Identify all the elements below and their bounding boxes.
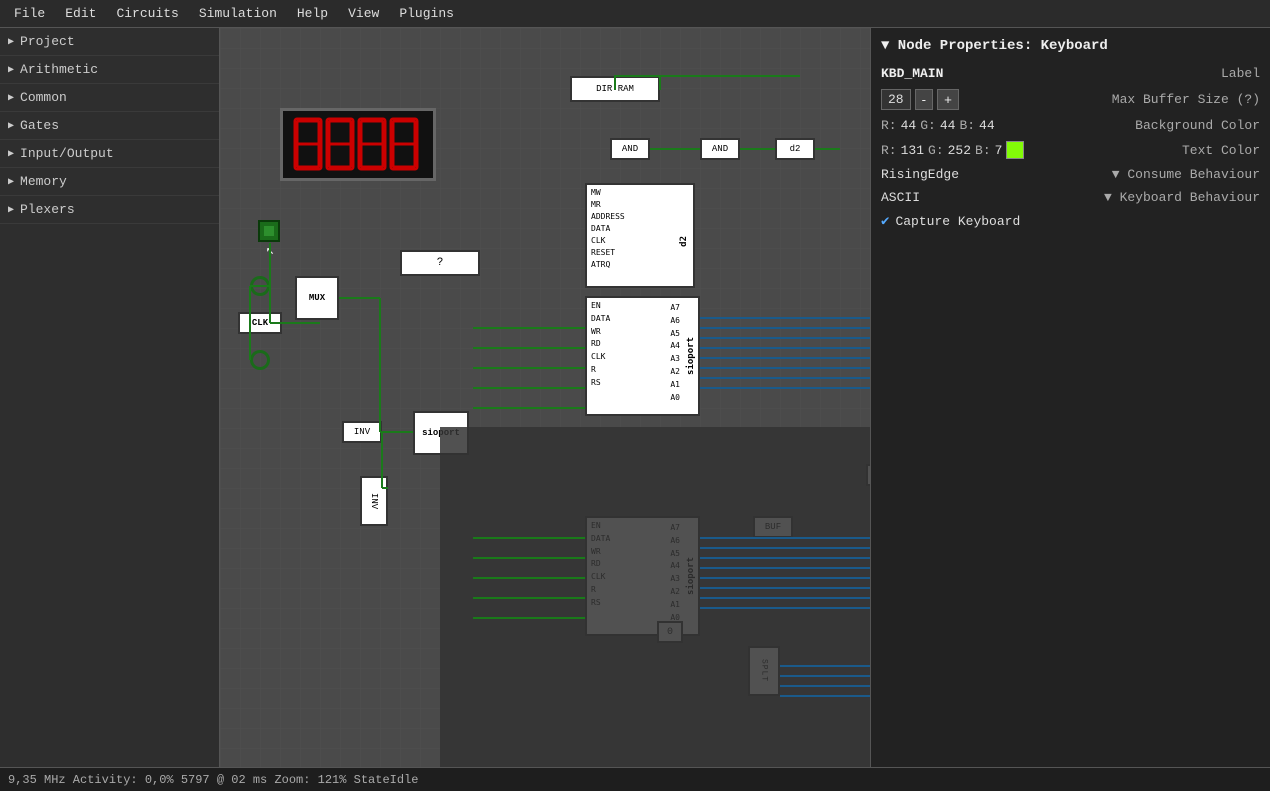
statusbar: 9,35 MHz Activity: 0,0% 5797 @ 02 ms Zoo… xyxy=(0,767,1270,791)
consume-row: RisingEdge ▼ Consume Behaviour xyxy=(881,167,1260,182)
buffer-plus-button[interactable]: + xyxy=(937,89,959,110)
sidebar-item-project[interactable]: ▶ Project xyxy=(0,28,219,56)
sidebar-item-plexers[interactable]: ▶ Plexers xyxy=(0,196,219,224)
buffer-value: 28 xyxy=(881,89,911,110)
dark-panel xyxy=(440,427,870,767)
bg-b-value: 44 xyxy=(979,118,995,133)
sidebar-item-memory[interactable]: ▶ Memory xyxy=(0,168,219,196)
splt-top-component[interactable]: AND xyxy=(610,138,650,160)
dir-ram-component[interactable]: DIR RAM xyxy=(570,76,660,102)
text-r-value: 131 xyxy=(901,143,924,158)
arrow-icon: ▶ xyxy=(8,64,14,76)
canvas-area[interactable]: ↖ CLK DIR RAM AND AND d2 d2 MW xyxy=(220,28,870,767)
capture-label[interactable]: Capture Keyboard xyxy=(895,214,1020,229)
question-component[interactable]: ? xyxy=(400,250,480,276)
seven-seg-svg xyxy=(293,117,423,172)
bg-g-label: G: xyxy=(920,118,936,133)
and1-component[interactable]: AND xyxy=(700,138,740,160)
buffer-minus-button[interactable]: - xyxy=(915,89,933,110)
sidebar-item-common[interactable]: ▶ Common xyxy=(0,84,219,112)
and2-component[interactable]: d2 xyxy=(775,138,815,160)
label-value: Label xyxy=(1221,66,1260,81)
text-b-label: B: xyxy=(975,143,991,158)
input-circle-2 xyxy=(250,350,270,370)
arrow-icon: ▶ xyxy=(8,92,14,104)
menu-simulation[interactable]: Simulation xyxy=(189,4,287,23)
text-r-label: R: xyxy=(881,143,897,158)
component-name: KBD_MAIN xyxy=(881,66,943,81)
input-circle-1 xyxy=(250,276,270,296)
menu-view[interactable]: View xyxy=(338,4,389,23)
status-text: 9,35 MHz Activity: 0,0% 5797 @ 02 ms Zoo… xyxy=(8,773,418,787)
sidebar: ▶ Project ▶ Arithmetic ▶ Common ▶ Gates … xyxy=(0,28,220,767)
inv-component[interactable]: INV xyxy=(360,476,388,526)
properties-panel: ▼ Node Properties: Keyboard KBD_MAIN Lab… xyxy=(870,28,1270,767)
keyboard-label[interactable]: ▼ Keyboard Behaviour xyxy=(1104,190,1260,205)
menubar: File Edit Circuits Simulation Help View … xyxy=(0,0,1270,28)
properties-title: ▼ Node Properties: Keyboard xyxy=(881,38,1260,54)
textcolor-label: Text Color xyxy=(1182,143,1260,158)
d2-component[interactable]: d2 MW MR ADDRESS DATA CLK RESET ATRQ xyxy=(585,183,695,288)
menu-circuits[interactable]: Circuits xyxy=(106,4,188,23)
bg-g-value: 44 xyxy=(940,118,956,133)
sidebar-item-arithmetic[interactable]: ▶ Arithmetic xyxy=(0,56,219,84)
textcolor-row: R: 131 G: 252 B: 7 Text Color xyxy=(881,141,1260,159)
menu-help[interactable]: Help xyxy=(287,4,338,23)
seven-segment-display xyxy=(280,108,436,181)
bgcolor-label: Background Color xyxy=(1135,118,1260,133)
bg-r-label: R: xyxy=(881,118,897,133)
sidebar-item-inputoutput[interactable]: ▶ Input/Output xyxy=(0,140,219,168)
consume-label[interactable]: ▼ Consume Behaviour xyxy=(1112,167,1260,182)
keyboard-value: ASCII xyxy=(881,190,920,205)
text-color-swatch[interactable] xyxy=(1006,141,1024,159)
bg-r-value: 44 xyxy=(901,118,917,133)
capture-checkmark: ✔ xyxy=(881,213,889,230)
arrow-icon: ▶ xyxy=(8,120,14,132)
arrow-icon: ▶ xyxy=(8,176,14,188)
cursor-icon: ↖ xyxy=(266,242,274,259)
splt-left-component[interactable]: INV xyxy=(342,421,382,443)
bgcolor-row: R: 44 G: 44 B: 44 Background Color xyxy=(881,118,1260,133)
sioport1-component[interactable]: sioport EN DATA WR RD CLK R RS A7 A6 A5 … xyxy=(585,296,700,416)
keyboard-row: ASCII ▼ Keyboard Behaviour xyxy=(881,190,1260,205)
text-b-value: 7 xyxy=(995,143,1003,158)
keyboard-indicator xyxy=(258,220,280,242)
bg-b-label: B: xyxy=(959,118,975,133)
clk-component[interactable]: CLK xyxy=(238,312,282,334)
capture-row: ✔ Capture Keyboard xyxy=(881,213,1260,230)
menu-file[interactable]: File xyxy=(4,4,55,23)
text-g-value: 252 xyxy=(948,143,971,158)
arrow-icon: ▶ xyxy=(8,148,14,160)
buffer-row: 28 - + Max Buffer Size (?) xyxy=(881,89,1260,110)
buffer-label: Max Buffer Size (?) xyxy=(1112,92,1260,107)
menu-plugins[interactable]: Plugins xyxy=(389,4,464,23)
mux-component[interactable]: MUX xyxy=(295,276,339,320)
menu-edit[interactable]: Edit xyxy=(55,4,106,23)
arrow-icon: ▶ xyxy=(8,204,14,216)
consume-value: RisingEdge xyxy=(881,167,959,182)
sidebar-item-gates[interactable]: ▶ Gates xyxy=(0,112,219,140)
arrow-icon: ▶ xyxy=(8,36,14,48)
text-g-label: G: xyxy=(928,143,944,158)
name-row: KBD_MAIN Label xyxy=(881,66,1260,81)
